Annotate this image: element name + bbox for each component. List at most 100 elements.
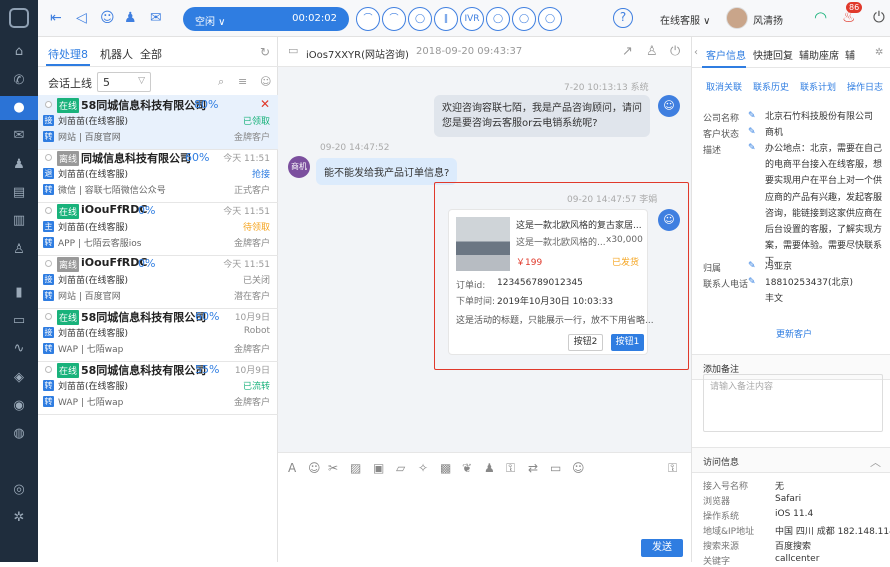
agent-status-pill[interactable]: 空闲 ∨ 00:02:02 — [183, 7, 349, 31]
close-icon[interactable]: ✕ — [260, 97, 270, 111]
select-radio[interactable] — [45, 207, 52, 214]
compass-icon[interactable]: ◎ — [0, 482, 38, 497]
tab-assist-seat[interactable]: 辅助座席 — [799, 47, 839, 62]
pulse-icon[interactable]: ∿ — [0, 341, 38, 356]
people-icon[interactable]: ♟ — [484, 461, 495, 475]
select-radio[interactable] — [45, 154, 52, 161]
plan-link[interactable]: 联系计划 — [800, 80, 836, 93]
lock-icon[interactable]: ⚿ — [506, 461, 515, 476]
book-icon[interactable]: ▥ — [0, 213, 38, 228]
email-icon[interactable]: ✉ — [150, 10, 162, 26]
speaker-icon[interactable]: ◁ — [76, 10, 87, 26]
scissors-icon[interactable]: ✂ — [328, 461, 338, 475]
light-icon[interactable]: ✧ — [418, 461, 428, 475]
font-icon[interactable]: A — [288, 461, 296, 475]
conversation-item[interactable]: 离线 iOouFfRDC 0% 今天 11:51 接刘苗苗(在线客服) 转网站 | 百度官… — [38, 254, 278, 309]
shield-icon[interactable]: ◈ — [0, 370, 38, 385]
select-radio[interactable] — [45, 313, 52, 320]
phone-icon[interactable]: ✆ — [0, 73, 38, 88]
user-icon[interactable]: ♟ — [0, 157, 38, 172]
power-icon[interactable]: ⏻ — [670, 44, 680, 59]
lock-icon[interactable]: ⚿ — [668, 461, 677, 476]
power-icon[interactable]: ⏻ — [873, 8, 885, 26]
folder-icon[interactable]: ▱ — [396, 461, 405, 475]
video-icon[interactable]: ▣ — [373, 461, 384, 475]
message-input-area[interactable]: A ☺ ✂ ▨ ▣ ▱ ✧ ▩ ❦ ♟ ⚿ ⇄ ▭ ☺ ⚿ 发送 — [278, 452, 691, 562]
leaf-icon[interactable]: ❦ — [462, 461, 472, 475]
robot-icon[interactable]: ☺ — [572, 461, 585, 475]
conversation-item[interactable]: 在线 58同城信息科技有限公司 60% 10月9日接刘苗苗(在线客服) 转 WAP | 七… — [38, 307, 278, 362]
select-radio[interactable] — [45, 101, 52, 108]
card-button-2[interactable]: 按钮2 — [568, 334, 603, 351]
contact-icon[interactable]: ♙ — [0, 242, 38, 257]
conversation-item[interactable]: 在线 58同城信息科技有限公司 55% 10月9日转刘苗苗(在线客服) 转 WAP | 七… — [38, 360, 278, 415]
online-limit-select[interactable]: 5 ▽ — [97, 72, 151, 92]
pause-button[interactable]: ‖ — [434, 7, 458, 31]
edit-icon[interactable]: ✎ — [748, 261, 756, 271]
send-button[interactable]: 发送 — [641, 539, 683, 557]
chevron-left-icon[interactable]: ‹ — [694, 47, 698, 58]
edit-icon[interactable]: ✎ — [748, 143, 756, 153]
select-radio[interactable] — [45, 260, 52, 267]
tab-customer-info[interactable]: 客户信息 — [706, 47, 746, 62]
contact-name: 丰文 — [765, 294, 784, 304]
image-icon[interactable]: ▨ — [350, 461, 361, 475]
item-state[interactable]: 抢接 — [252, 167, 270, 180]
chat-bubble-icon[interactable]: ☺ — [100, 10, 115, 26]
tab-quick-reply[interactable]: 快捷回复 — [753, 47, 793, 62]
contacts-icon[interactable]: ♟ — [124, 10, 137, 26]
service-select[interactable]: 在线客服 ∨ — [660, 12, 711, 27]
remark-input[interactable]: 请输入备注内容 — [703, 374, 883, 432]
agent-status-select[interactable]: 空闲 ∨ — [195, 13, 226, 28]
edit-icon[interactable]: ✎ — [748, 127, 756, 137]
update-customer-link[interactable]: 更新客户 — [776, 327, 812, 340]
user-icon[interactable]: ♙ — [646, 44, 658, 59]
refresh-icon[interactable]: ↻ — [260, 45, 270, 59]
user-name[interactable]: 风清扬 — [753, 12, 783, 27]
avatar[interactable] — [726, 7, 748, 29]
robot-icon[interactable]: ☺ — [260, 75, 271, 88]
message-icon[interactable]: ◍ — [0, 426, 38, 441]
conversation-item[interactable]: 离线 同城信息科技有限公司 60% 今天 11:51 退刘苗苗(在线客服) 转微信 | 容… — [38, 148, 278, 203]
conversation-item[interactable]: 在线 58同城信息科技有限公司 80% 接刘苗苗(在线客服) 转网站 | 百度官网 已领取… — [38, 95, 278, 150]
history-link[interactable]: 联系历史 — [753, 80, 789, 93]
unlink-link[interactable]: 取消关联 — [706, 80, 742, 93]
tab-robot[interactable]: 机器人 — [100, 46, 133, 62]
hold-button[interactable]: ⌒ — [382, 7, 406, 31]
edit-icon[interactable]: ✎ — [748, 111, 756, 121]
message-button[interactable]: ◯ — [512, 7, 536, 31]
tab-assist[interactable]: 辅 — [845, 47, 855, 62]
transfer-button[interactable]: ◯ — [408, 7, 432, 31]
sort-icon[interactable]: ≡ — [238, 75, 247, 88]
right-tabs: ‹ 客户信息 快捷回复 辅助座席 辅 ✲ — [692, 37, 890, 68]
clipboard-icon[interactable]: ▤ — [0, 185, 38, 200]
help-icon[interactable]: ? — [613, 8, 633, 28]
mail-icon[interactable]: ✉ — [0, 128, 38, 143]
log-link[interactable]: 操作日志 — [847, 80, 883, 93]
picture-icon[interactable]: ▩ — [440, 461, 451, 475]
monitor-icon[interactable]: ▭ — [0, 313, 38, 328]
settings-icon[interactable]: ✲ — [875, 47, 883, 58]
chart-icon[interactable]: ▮ — [0, 285, 38, 300]
tab-pending[interactable]: 待处理8 — [48, 46, 88, 62]
collapse-menu-icon[interactable]: ⇤ — [50, 10, 62, 26]
search-icon[interactable]: ⌕ — [218, 75, 224, 89]
tag-button[interactable]: ◯ — [538, 7, 562, 31]
home-icon[interactable]: ⌂ — [0, 44, 38, 59]
consult-button[interactable]: ◯ — [486, 7, 510, 31]
globe-icon[interactable]: ◉ — [0, 398, 38, 413]
card-button-1[interactable]: 按钮1 — [611, 334, 644, 351]
hangup-button[interactable]: ⌒ — [356, 7, 380, 31]
ivr-button[interactable]: IVR — [460, 7, 484, 31]
conversation-item[interactable]: 在线 iOouFfRDC 0% 今天 11:51 主刘苗苗(在线客服) 转 APP | 七陌… — [38, 201, 278, 256]
select-radio[interactable] — [45, 366, 52, 373]
transfer-icon[interactable]: ⇄ — [528, 461, 538, 475]
chevron-up-icon[interactable]: ︿ — [870, 454, 881, 470]
settings-icon[interactable]: ✲ — [0, 510, 38, 525]
share-icon[interactable]: ↗ — [622, 44, 633, 59]
emoji-icon[interactable]: ☺ — [308, 461, 321, 475]
tab-all[interactable]: 全部 — [140, 46, 162, 62]
chat-icon[interactable]: ● — [0, 96, 38, 120]
edit-icon[interactable]: ✎ — [748, 277, 756, 287]
screen-icon[interactable]: ▭ — [550, 461, 561, 475]
